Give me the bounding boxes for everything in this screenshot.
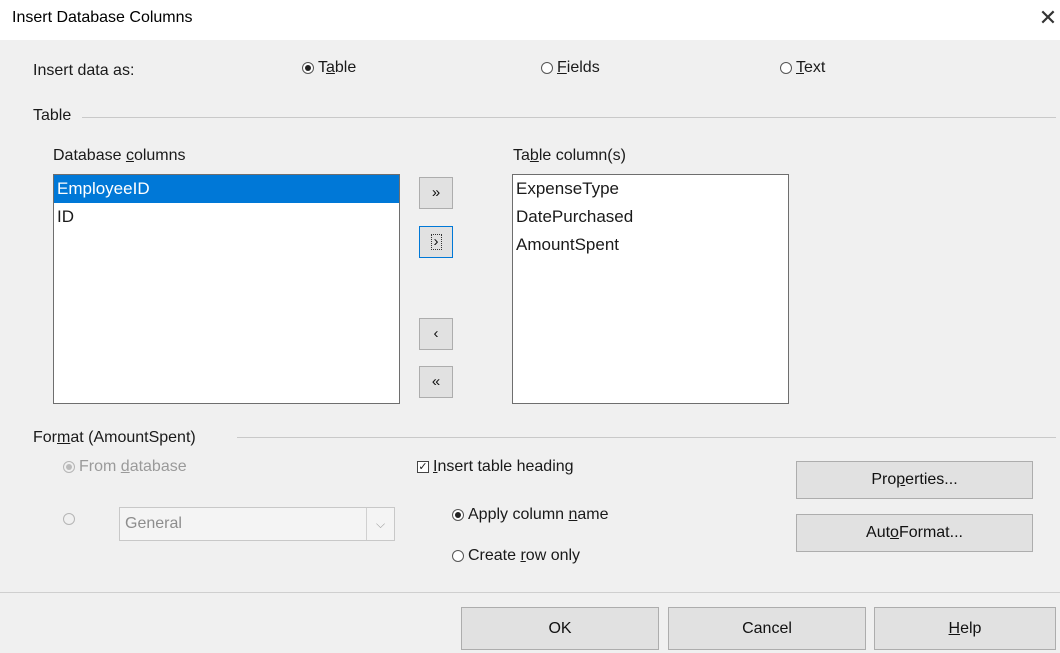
radio-custom-format[interactable] (63, 510, 79, 528)
radio-create-row-only[interactable]: Create row only (452, 547, 580, 565)
list-item[interactable]: AmountSpent (513, 231, 788, 259)
insert-heading-label: Insert table heading (433, 458, 574, 475)
radio-from-database-indicator[interactable] (63, 460, 75, 473)
table-section-divider (82, 117, 1056, 118)
radio-text[interactable]: Text (780, 59, 825, 77)
list-item[interactable]: ID (54, 203, 399, 231)
radio-from-database-label: From database (79, 458, 187, 475)
remove-all-columns-button[interactable]: « (419, 366, 453, 398)
insert-data-as-label: Insert data as: (33, 62, 135, 79)
table-columns-list[interactable]: ExpenseType DatePurchased AmountSpent (512, 174, 789, 404)
radio-create-row-only-label: Create row only (468, 547, 581, 564)
format-select-value: General (125, 515, 182, 532)
properties-button[interactable]: Properties... (796, 461, 1033, 499)
radio-fields-indicator[interactable] (541, 61, 553, 74)
table-section-label: Table (33, 107, 72, 124)
radio-custom-format-indicator[interactable] (63, 512, 75, 525)
list-item[interactable]: ExpenseType (513, 175, 788, 203)
radio-table-label: Table (318, 59, 357, 76)
cancel-button[interactable]: Cancel (668, 607, 866, 650)
add-column-glyph: › (430, 234, 442, 250)
help-button[interactable]: Help (874, 607, 1056, 650)
autoformat-button[interactable]: AutoFormat... (796, 514, 1033, 552)
add-all-columns-button[interactable]: » (419, 177, 453, 209)
radio-text-label: Text (796, 59, 826, 76)
remove-column-button[interactable]: ‹ (419, 318, 453, 350)
close-icon[interactable]: ✕ (1036, 4, 1060, 32)
database-columns-list[interactable]: EmployeeID ID (53, 174, 400, 404)
dialog-title: Insert Database Columns (12, 9, 193, 26)
radio-apply-column-name[interactable]: Apply column name (452, 506, 609, 524)
radio-apply-column-name-indicator[interactable] (452, 508, 464, 521)
radio-fields-label: Fields (557, 59, 600, 76)
format-select[interactable]: General ⌵ (119, 507, 395, 541)
footer-divider (0, 592, 1060, 593)
radio-from-database[interactable]: From database (63, 458, 187, 476)
insert-table-heading-checkbox[interactable]: ✓ Insert table heading (417, 458, 574, 476)
insert-heading-check-indicator[interactable]: ✓ (417, 460, 429, 473)
radio-apply-column-name-label: Apply column name (468, 506, 609, 523)
table-columns-label: Table column(s) (513, 147, 626, 164)
radio-fields[interactable]: Fields (541, 59, 600, 77)
database-columns-label: Database columns (53, 147, 186, 164)
list-item[interactable]: DatePurchased (513, 203, 788, 231)
format-section-divider (237, 437, 1056, 438)
add-column-button[interactable]: › (419, 226, 453, 258)
radio-text-indicator[interactable] (780, 61, 792, 74)
ok-button[interactable]: OK (461, 607, 659, 650)
chevron-down-icon[interactable]: ⌵ (366, 508, 394, 540)
list-item[interactable]: EmployeeID (54, 175, 399, 203)
radio-table-indicator[interactable] (302, 61, 314, 74)
radio-create-row-only-indicator[interactable] (452, 549, 464, 562)
format-section-label: Format (AmountSpent) (33, 429, 196, 446)
radio-table[interactable]: Table (302, 59, 356, 77)
